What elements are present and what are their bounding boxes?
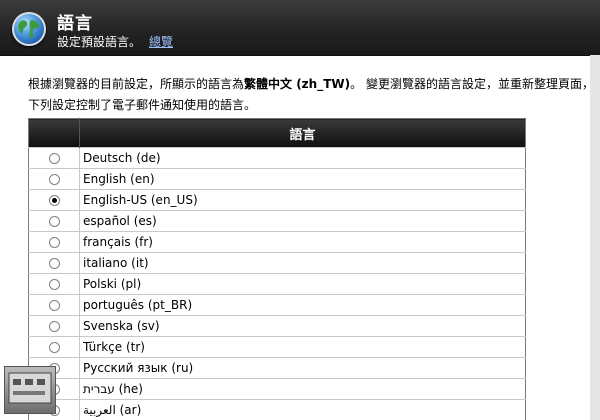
language-label: Svenska (sv) xyxy=(79,315,526,337)
description-line-1: 根據瀏覽器的目前設定，所顯示的語言為繁體中文 (zh_TW)。 變更瀏覽器的語言… xyxy=(28,74,600,95)
language-radio[interactable] xyxy=(48,342,60,353)
language-radio[interactable] xyxy=(48,300,60,311)
language-column-header: 語言 xyxy=(79,118,526,148)
language-label: français (fr) xyxy=(79,231,526,253)
page: 語言 設定預設語言。 總覽 根據瀏覽器的目前設定，所顯示的語言為繁體中文 (zh_… xyxy=(0,0,600,420)
table-row[interactable]: עברית (he) xyxy=(28,378,526,400)
subtitle-text: 設定預設語言。 xyxy=(57,35,142,49)
language-label: English (en) xyxy=(79,168,526,190)
language-radio[interactable] xyxy=(48,321,60,332)
table-row[interactable]: Türkçe (tr) xyxy=(28,336,526,358)
table-row[interactable]: español (es) xyxy=(28,210,526,232)
language-radio[interactable] xyxy=(48,216,60,227)
language-radio[interactable] xyxy=(48,174,60,185)
table-row[interactable]: English-US (en_US) xyxy=(28,189,526,211)
language-label: Русский язык (ru) xyxy=(79,357,526,379)
page-scrollbar[interactable] xyxy=(590,55,600,420)
table-row[interactable]: العربية (ar) xyxy=(28,399,526,420)
language-label: italiano (it) xyxy=(79,252,526,274)
page-subtitle: 設定預設語言。 總覽 xyxy=(57,33,173,50)
table-header-row: 語言 xyxy=(28,118,526,148)
language-radio[interactable] xyxy=(48,258,60,269)
globe-icon xyxy=(12,12,46,46)
language-label: English-US (en_US) xyxy=(79,189,526,211)
table-row[interactable]: italiano (it) xyxy=(28,252,526,274)
table-row[interactable]: français (fr) xyxy=(28,231,526,253)
language-radio[interactable] xyxy=(48,279,60,290)
page-header: 語言 設定預設語言。 總覽 xyxy=(0,0,600,56)
language-label: Türkçe (tr) xyxy=(79,336,526,358)
radio-column-header xyxy=(28,118,80,148)
language-table: 語言 Deutsch (de) English (en) English-US … xyxy=(28,118,526,420)
table-row[interactable]: English (en) xyxy=(28,168,526,190)
language-label: español (es) xyxy=(79,210,526,232)
table-row[interactable]: Svenska (sv) xyxy=(28,315,526,337)
language-label: العربية (ar) xyxy=(79,399,526,420)
overview-link[interactable]: 總覽 xyxy=(149,35,173,49)
table-row[interactable]: Русский язык (ru) xyxy=(28,357,526,379)
description-line-2: 下列設定控制了電子郵件通知使用的語言。 xyxy=(28,98,257,112)
language-label: עברית (he) xyxy=(79,378,526,400)
table-row[interactable]: português (pt_BR) xyxy=(28,294,526,316)
page-title: 語言 xyxy=(57,14,93,34)
description-prefix: 根據瀏覽器的目前設定，所顯示的語言為 xyxy=(28,77,245,91)
language-label: Deutsch (de) xyxy=(79,147,526,169)
description: 根據瀏覽器的目前設定，所顯示的語言為繁體中文 (zh_TW)。 變更瀏覽器的語言… xyxy=(28,74,600,116)
description-suffix: 。 變更瀏覽器的語言設定，並重新整理頁面，以 xyxy=(350,77,600,91)
current-language: 繁體中文 (zh_TW) xyxy=(244,77,351,91)
language-label: Polski (pl) xyxy=(79,273,526,295)
language-label: português (pt_BR) xyxy=(79,294,526,316)
table-row[interactable]: Polski (pl) xyxy=(28,273,526,295)
language-radio[interactable] xyxy=(48,237,60,248)
language-radio[interactable] xyxy=(48,195,60,206)
language-radio[interactable] xyxy=(48,153,60,164)
table-row[interactable]: Deutsch (de) xyxy=(28,147,526,169)
watermark-logo xyxy=(4,366,56,414)
